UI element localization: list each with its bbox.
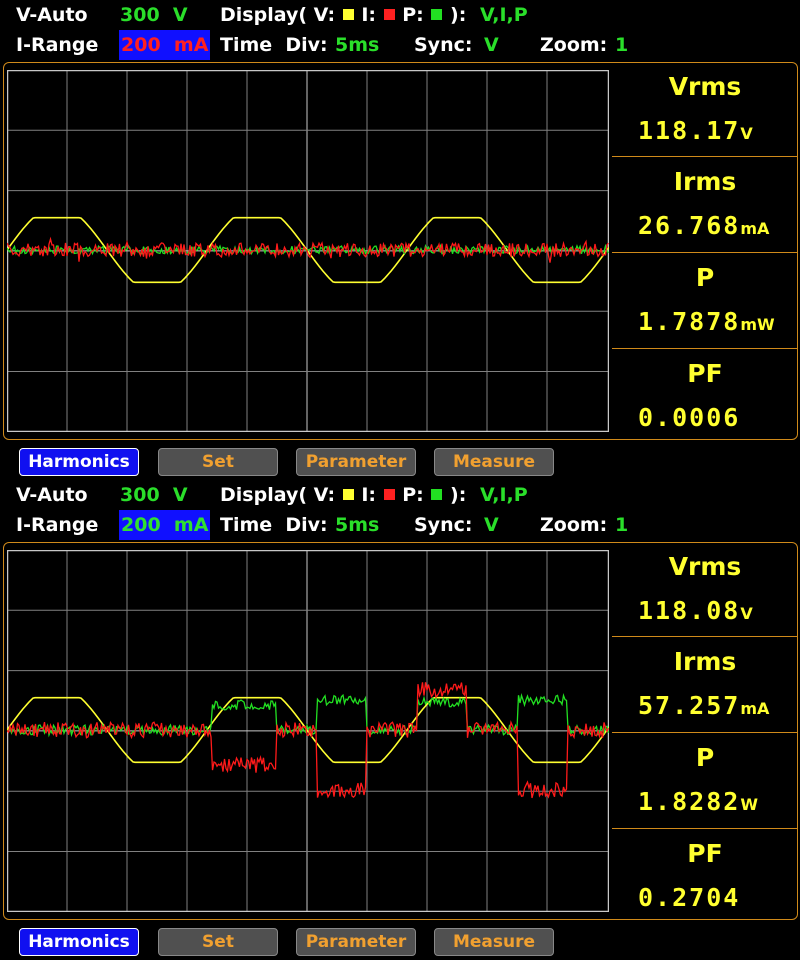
display-channels-value[interactable]: V,I,P (480, 0, 528, 30)
sync-label: Sync: (414, 514, 473, 536)
vrms-value: 118.08V (638, 596, 753, 625)
voltage-color-swatch (342, 9, 354, 20)
power-color-swatch (431, 489, 443, 500)
power-cell: P 1.7878mW (612, 252, 798, 346)
pf-label: PF (687, 839, 723, 868)
current-color-swatch (383, 489, 395, 500)
voltage-mode-label: V-Auto (16, 4, 88, 26)
irms-cell: Irms 26.768mA (612, 156, 798, 250)
time-div-label: Time Div: (220, 514, 328, 536)
parameter-button[interactable]: Parameter (296, 448, 416, 476)
oscilloscope-waveform-display (7, 550, 609, 912)
sync-label: Sync: (414, 34, 473, 56)
measurement-column: Vrms 118.17V Irms 26.768mA P 1.7878mW PF 0.0… (612, 62, 798, 440)
power-analyzer-panel-2: V-Auto 300 V Display( V: I: P: ): V,I,P … (0, 480, 800, 960)
set-button[interactable]: Set (158, 448, 278, 476)
zoom-value[interactable]: 1 (615, 510, 628, 540)
power-label: P (695, 743, 715, 772)
sync-value[interactable]: V (484, 30, 499, 60)
voltage-mode-label: V-Auto (16, 484, 88, 506)
power-cell: P 1.8282W (612, 732, 798, 826)
current-range-label: I-Range (16, 34, 99, 56)
vrms-cell: Vrms 118.08V (612, 542, 798, 636)
time-div-value[interactable]: 5ms (335, 30, 379, 60)
voltage-range-value[interactable]: 300 V (120, 0, 188, 30)
current-range-value[interactable]: 200 mA (119, 510, 211, 540)
display-label: Display( V: I: P: ): (220, 484, 467, 506)
pf-cell: PF 0.2704 (612, 828, 798, 922)
zoom-value[interactable]: 1 (615, 30, 628, 60)
measure-button[interactable]: Measure (434, 928, 554, 956)
power-value: 1.7878mW (638, 307, 775, 336)
irms-label: Irms (673, 167, 737, 196)
status-row-1: V-Auto 300 V Display( V: I: P: ): V,I,P (0, 0, 800, 30)
power-label: P (695, 263, 715, 292)
oscilloscope-waveform-display (7, 70, 609, 432)
irms-value: 57.257mA (638, 691, 770, 720)
current-range-value[interactable]: 200 mA (119, 30, 211, 60)
zoom-label: Zoom: (540, 34, 608, 56)
display-label: Display( V: I: P: ): (220, 4, 467, 26)
vrms-value: 118.17V (638, 116, 753, 145)
voltage-color-swatch (342, 489, 354, 500)
irms-cell: Irms 57.257mA (612, 636, 798, 730)
power-color-swatch (431, 9, 443, 20)
status-row-2: I-Range 200 mA Time Div: 5ms Sync: V Zoo… (0, 30, 800, 60)
status-row-1: V-Auto 300 V Display( V: I: P: ): V,I,P (0, 480, 800, 510)
harmonics-button[interactable]: Harmonics (19, 928, 139, 956)
current-range-label: I-Range (16, 514, 99, 536)
power-value: 1.8282W (638, 787, 758, 816)
zoom-label: Zoom: (540, 514, 608, 536)
pf-label: PF (687, 359, 723, 388)
irms-value: 26.768mA (638, 211, 770, 240)
measurement-column: Vrms 118.08V Irms 57.257mA P 1.8282W PF 0.27… (612, 542, 798, 920)
pf-value: 0.0006 (638, 403, 741, 432)
current-color-swatch (383, 9, 395, 20)
time-div-label: Time Div: (220, 34, 328, 56)
display-channels-value[interactable]: V,I,P (480, 480, 528, 510)
parameter-button[interactable]: Parameter (296, 928, 416, 956)
harmonics-button[interactable]: Harmonics (19, 448, 139, 476)
pf-value: 0.2704 (638, 883, 741, 912)
vrms-cell: Vrms 118.17V (612, 62, 798, 156)
voltage-range-value[interactable]: 300 V (120, 480, 188, 510)
vrms-label: Vrms (668, 552, 742, 581)
power-waveform (7, 692, 609, 738)
irms-label: Irms (673, 647, 737, 676)
status-row-2: I-Range 200 mA Time Div: 5ms Sync: V Zoo… (0, 510, 800, 540)
measure-button[interactable]: Measure (434, 448, 554, 476)
time-div-value[interactable]: 5ms (335, 510, 379, 540)
pf-cell: PF 0.0006 (612, 348, 798, 442)
vrms-label: Vrms (668, 72, 742, 101)
set-button[interactable]: Set (158, 928, 278, 956)
power-analyzer-panel-1: V-Auto 300 V Display( V: I: P: ): V,I,P … (0, 0, 800, 480)
sync-value[interactable]: V (484, 510, 499, 540)
